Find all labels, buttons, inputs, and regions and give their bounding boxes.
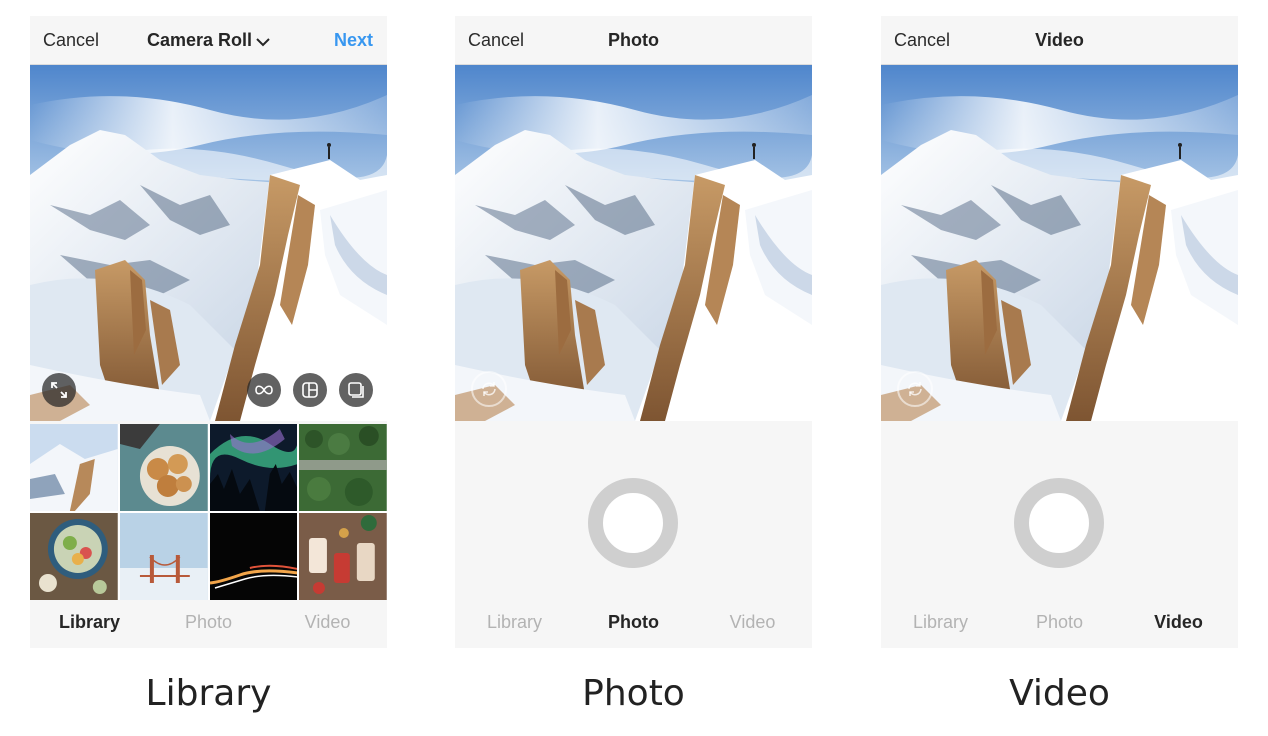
thumbnail-night-light-trails[interactable] [209,513,298,600]
thumbnail-aerial-road-forest[interactable] [299,424,387,511]
flip-camera-icon[interactable] [471,371,507,407]
thumbnail-salad-bowl[interactable] [30,513,118,600]
tab-photo[interactable]: Photo [574,612,693,633]
flash-icon[interactable] [760,371,796,407]
video-tab-bar: Library Photo Video [881,600,1238,648]
mountain-photo [455,65,812,421]
thumbnail-christmas-drinks[interactable] [299,513,387,600]
video-top-bar: Cancel Video [881,16,1238,65]
photo-tab-bar: Library Photo Video [455,600,812,648]
photo-top-bar: Cancel Photo [455,16,812,65]
layout-icon[interactable] [293,373,327,407]
tab-library[interactable]: Library [30,612,149,633]
library-screen: Cancel Camera Roll Next Library Photo Vi… [30,16,387,648]
photo-camera-preview [455,65,812,421]
library-preview [30,65,387,421]
chevron-down-icon [256,31,270,52]
library-top-bar: Cancel Camera Roll Next [30,16,387,65]
shutter-button[interactable] [588,478,678,568]
caption-video: Video [1009,673,1110,714]
tab-library[interactable]: Library [455,612,574,633]
tab-library[interactable]: Library [881,612,1000,633]
caption-photo: Photo [582,673,685,714]
album-title: Camera Roll [146,30,253,50]
caption-library: Library [145,673,272,714]
thumbnail-foggy-bridge[interactable] [119,513,208,600]
library-tab-bar: Library Photo Video [30,600,387,648]
tab-photo[interactable]: Photo [1000,612,1119,633]
tab-video[interactable]: Video [268,612,387,633]
tab-video[interactable]: Video [693,612,812,633]
tab-photo[interactable]: Photo [149,612,268,633]
library-thumbnail-grid [30,424,387,600]
tab-video[interactable]: Video [1119,612,1238,633]
video-camera-preview [881,65,1238,421]
mountain-photo [881,65,1238,421]
thumbnail-cookies-plate[interactable] [119,424,208,511]
screen-title: Photo [608,30,659,50]
thumbnail-snowy-mountain[interactable] [30,424,118,511]
expand-icon[interactable] [42,373,76,407]
record-button[interactable] [1014,478,1104,568]
next-button[interactable]: Next [334,30,373,51]
flip-camera-icon[interactable] [897,371,933,407]
mountain-photo [30,65,387,421]
screen-title: Video [1035,30,1084,50]
photo-screen: Cancel Photo Library Photo Video [455,16,812,648]
thumbnail-aurora-forest[interactable] [209,424,298,511]
stage: Cancel Camera Roll Next Library Photo Vi… [0,0,1268,736]
multi-select-icon[interactable] [339,373,373,407]
boomerang-icon[interactable] [247,373,281,407]
video-screen: Cancel Video Library Photo Video [881,16,1238,648]
